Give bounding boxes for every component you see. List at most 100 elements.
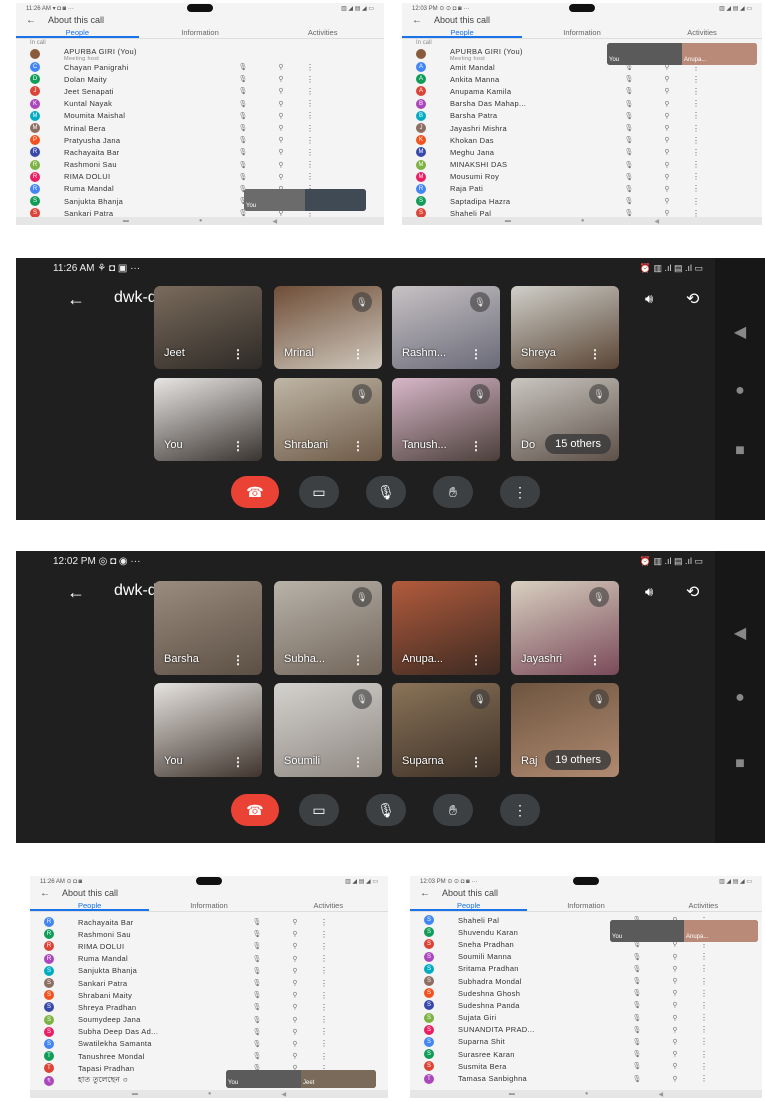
pin-icon[interactable]: ⚲ [656, 1014, 694, 1022]
list-item[interactable]: C Chayan Panigrahi 🎙︎ ⚲ ⋮ [16, 61, 384, 73]
back-arrow-icon[interactable]: ← [412, 15, 434, 26]
pin-icon[interactable]: ⚲ [276, 918, 314, 926]
nav-back-icon[interactable]: ◀ [715, 623, 765, 643]
switch-camera-icon[interactable]: ⟲ [686, 289, 699, 309]
more-options-icon[interactable]: ⋮ [314, 1015, 334, 1024]
more-options-button[interactable]: ⋮ [500, 476, 540, 508]
list-item[interactable]: A Anupama Kamila 🎙︎ ⚲ ⋮ [402, 85, 762, 97]
raise-hand-button[interactable]: ✋︎ [433, 476, 473, 508]
more-options-icon[interactable]: ⋮ [694, 1062, 714, 1071]
list-item[interactable]: M Mrinal Bera 🎙︎ ⚲ ⋮ [16, 122, 384, 134]
more-options-icon[interactable]: ⋮ [694, 1001, 714, 1010]
nav-back-icon[interactable]: ◀ [282, 1091, 287, 1098]
nav-menu-icon[interactable]: ▬ [123, 218, 129, 224]
pin-icon[interactable]: ⚲ [262, 136, 300, 144]
pin-icon[interactable]: ⚲ [262, 112, 300, 120]
nav-recents-icon[interactable]: ■ [715, 442, 765, 460]
more-options-icon[interactable]: ⋮ [300, 172, 320, 181]
list-item[interactable]: S Shreya Pradhan 🎙︎ ⚲ ⋮ [30, 1001, 388, 1013]
more-options-button[interactable]: ⋮ [500, 794, 540, 826]
pin-icon[interactable]: ⚲ [656, 989, 694, 997]
more-options-icon[interactable]: ⋮ [589, 653, 601, 667]
more-options-icon[interactable]: ⋮ [470, 755, 482, 769]
tab-people[interactable]: People [30, 900, 150, 911]
more-options-icon[interactable]: ⋮ [686, 136, 706, 145]
list-item[interactable]: S Sudeshna Ghosh 🎙︎ ⚲ ⋮ [410, 987, 762, 999]
pin-icon[interactable]: ⚲ [276, 1003, 314, 1011]
nav-back-icon[interactable]: ◀ [655, 218, 660, 225]
pin-icon[interactable]: ⚲ [262, 161, 300, 169]
more-options-icon[interactable]: ⋮ [232, 439, 244, 453]
more-options-icon[interactable]: ⋮ [314, 942, 334, 951]
back-arrow-icon[interactable]: ← [26, 15, 48, 26]
pin-icon[interactable]: ⚲ [648, 87, 686, 95]
list-item[interactable]: S Sanjukta Bhanja 🎙︎ ⚲⋮ [30, 965, 388, 977]
list-item[interactable]: S Swatilekha Samanta 🎙︎ ⚲ ⋮ [30, 1038, 388, 1050]
nav-home-icon[interactable]: ● [581, 218, 585, 224]
nav-back-icon[interactable]: ◀ [273, 218, 278, 225]
pin-icon[interactable]: ⚲ [656, 965, 694, 973]
back-arrow-icon[interactable]: ← [40, 888, 62, 899]
end-call-button[interactable]: ☎︎ [231, 476, 279, 508]
list-item[interactable]: S SUNANDITA PRAD... 🎙︎ ⚲ ⋮ [410, 1024, 762, 1036]
others-count-badge[interactable]: 19 others [545, 750, 611, 770]
self-view-pip[interactable]: You Jeet [226, 1070, 376, 1088]
more-options-icon[interactable]: ⋮ [300, 148, 320, 157]
list-item[interactable]: S Sritama Pradhan 🎙︎ ⚲ ⋮ [410, 963, 762, 975]
participant-tile[interactable]: 🎙︎ Subha... ⋮ [274, 581, 382, 675]
more-options-icon[interactable]: ⋮ [314, 1003, 334, 1012]
more-options-icon[interactable]: ⋮ [686, 99, 706, 108]
pin-icon[interactable]: ⚲ [262, 100, 300, 108]
list-item[interactable]: K Khokan Das 🎙︎ ⚲ ⋮ [402, 134, 762, 146]
list-item[interactable]: R Rashmoni Sau 🎙︎ ⚲ ⋮ [30, 928, 388, 940]
list-item[interactable]: M Mousumi Roy 🎙︎ ⚲ ⋮ [402, 171, 762, 183]
speaker-icon[interactable]: 🔊︎ [645, 291, 653, 307]
list-item[interactable]: R RIMA DOLUI 🎙︎ ⚲ ⋮ [30, 940, 388, 952]
raise-hand-button[interactable]: ✋︎ [433, 794, 473, 826]
pin-icon[interactable]: ⚲ [262, 63, 300, 71]
pin-icon[interactable]: ⚲ [648, 112, 686, 120]
others-tile[interactable]: 🎙︎ Do 15 others [511, 378, 619, 461]
more-options-icon[interactable]: ⋮ [694, 964, 714, 973]
list-item[interactable]: S Shrabani Maity 🎙︎ ⚲ ⋮ [30, 989, 388, 1001]
more-options-icon[interactable]: ⋮ [352, 347, 364, 361]
nav-home-icon[interactable]: ● [715, 382, 765, 400]
more-options-icon[interactable]: ⋮ [686, 87, 706, 96]
list-item[interactable]: B Barsha Das Mahap... 🎙︎ ⚲ ⋮ [402, 98, 762, 110]
more-options-icon[interactable]: ⋮ [686, 172, 706, 181]
participant-tile[interactable]: 🎙︎ Soumili ⋮ [274, 683, 382, 777]
tab-activities[interactable]: Activities [645, 900, 762, 911]
participant-tile[interactable]: 🎙︎ Jayashri ⋮ [511, 581, 619, 675]
more-options-icon[interactable]: ⋮ [300, 160, 320, 169]
pin-icon[interactable]: ⚲ [276, 1052, 314, 1060]
list-item[interactable]: S Subhadra Mondal 🎙︎ ⚲ ⋮ [410, 975, 762, 987]
more-options-icon[interactable]: ⋮ [314, 991, 334, 1000]
nav-menu-icon[interactable]: ▬ [132, 1091, 138, 1097]
list-item[interactable]: R Rashmoni Sau 🎙︎ ⚲ ⋮ [16, 159, 384, 171]
list-item[interactable]: S Sankari Patra 🎙︎ ⚲ ⋮ [30, 977, 388, 989]
list-item[interactable]: M Meghu Jana 🎙︎ ⚲ ⋮ [402, 146, 762, 158]
nav-home-icon[interactable]: ● [585, 1091, 589, 1097]
more-options-icon[interactable]: ⋮ [300, 63, 320, 72]
self-view-tile[interactable]: You ⋮ [154, 378, 262, 461]
tab-people[interactable]: People [16, 27, 139, 38]
tab-information[interactable]: Information [527, 900, 644, 911]
more-options-icon[interactable]: ⋮ [232, 755, 244, 769]
camera-toggle-button[interactable]: ▭ [299, 794, 339, 826]
pin-icon[interactable]: ⚲ [648, 197, 686, 205]
more-options-icon[interactable]: ⋮ [694, 1050, 714, 1059]
tab-information[interactable]: Information [139, 27, 262, 38]
list-item[interactable]: S Soumydeep Jana 🎙︎ ⚲ ⋮ [30, 1014, 388, 1026]
pin-icon[interactable]: ⚲ [648, 173, 686, 181]
more-options-icon[interactable]: ⋮ [314, 979, 334, 988]
nav-back-icon[interactable]: ◀ [715, 322, 765, 342]
list-item-host[interactable]: APURBA GIRI (You) Meeting host [16, 47, 384, 62]
pin-icon[interactable]: ⚲ [648, 161, 686, 169]
more-options-icon[interactable]: ⋮ [694, 952, 714, 961]
nav-home-icon[interactable]: ● [199, 218, 203, 224]
more-options-icon[interactable]: ⋮ [470, 653, 482, 667]
tab-information[interactable]: Information [149, 900, 268, 911]
pin-icon[interactable]: ⚲ [276, 942, 314, 950]
list-item[interactable]: S Subha Deep Das Ad... 🎙︎ ⚲ ⋮ [30, 1026, 388, 1038]
self-view-pip[interactable]: You Anupa... [607, 43, 757, 65]
